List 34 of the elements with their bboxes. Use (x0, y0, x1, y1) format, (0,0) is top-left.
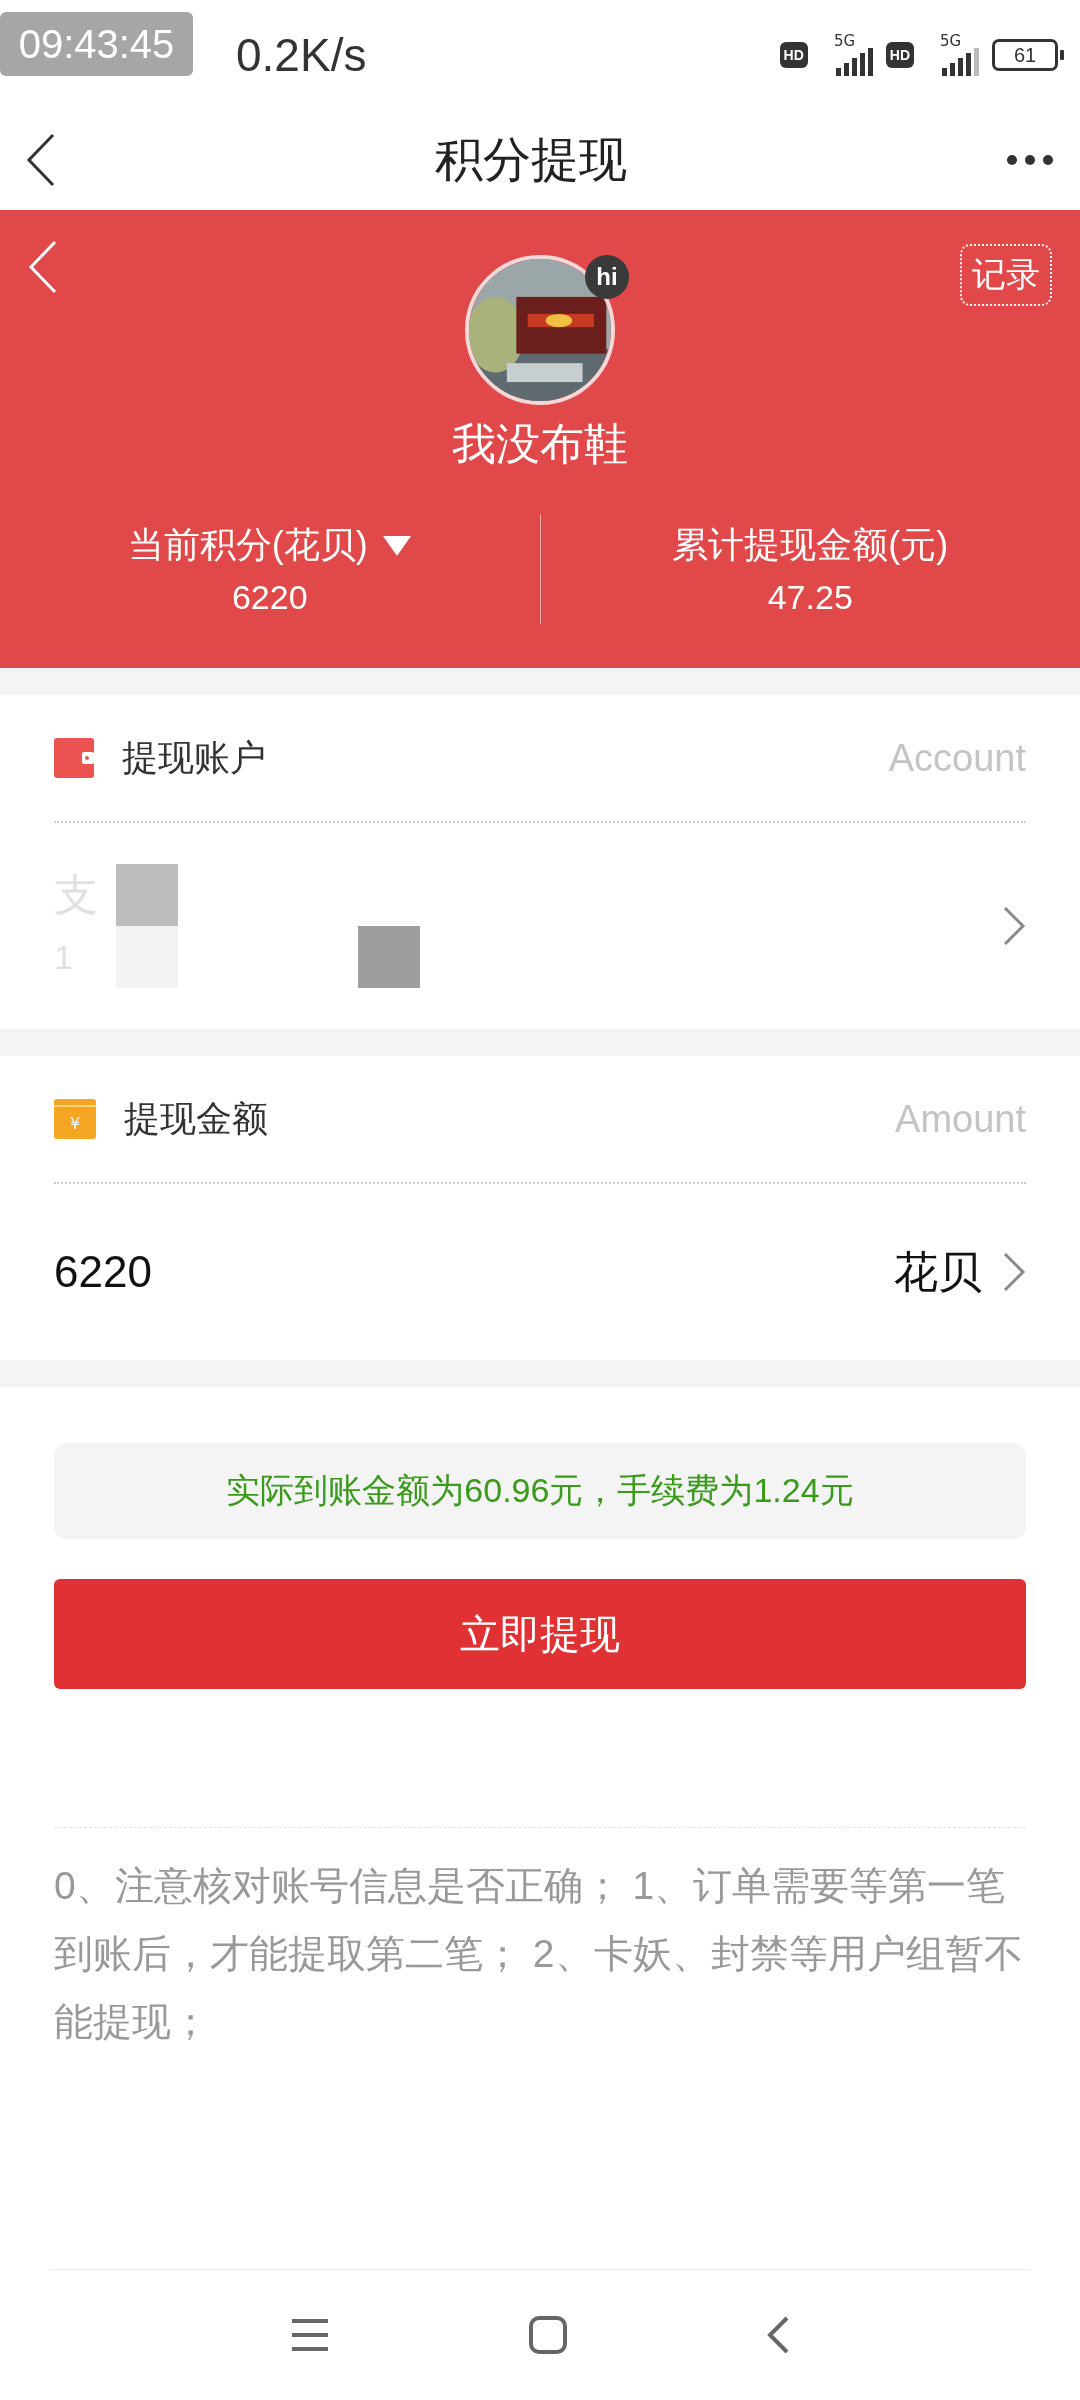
fee-summary: 实际到账金额为60.96元，手续费为1.24元 (54, 1443, 1026, 1539)
chevron-icon (1002, 905, 1026, 947)
stat-value: 6220 (231, 578, 308, 617)
stat-label: 累计提现金额(元) (672, 523, 949, 567)
network-speed: 0.2K/s (236, 28, 367, 82)
menu-icon[interactable] (289, 2318, 330, 2352)
redaction-block (116, 926, 178, 988)
unit-selector[interactable]: 花贝 (894, 1242, 1026, 1302)
stat-value: 47.25 (767, 578, 853, 617)
section-hint: Account (888, 736, 1026, 780)
wallet-icon (54, 738, 94, 778)
hi-badge: hi (585, 255, 629, 299)
redaction-block (116, 864, 178, 926)
notes-text: 0、注意核对账号信息是否正确； 1、订单需要等第一笔到账后，才能提取第二笔； 2、卡妖、封禁等用户组暂不能提现； (54, 1863, 1024, 2045)
triangle-down-icon (381, 534, 412, 557)
back-icon[interactable] (766, 2315, 791, 2355)
home-icon[interactable] (529, 2316, 567, 2354)
redaction-block (358, 926, 420, 988)
withdraw-button[interactable]: 立即提现 (54, 1579, 1026, 1689)
records-button[interactable]: 记录 (960, 244, 1052, 306)
user-name: 我没布鞋 (452, 418, 628, 470)
page-title: 积分提现 (434, 132, 628, 188)
more-icon[interactable] (1006, 154, 1054, 166)
back-icon[interactable] (26, 133, 56, 187)
stat-dropdown[interactable]: 当前积分(花贝) (127, 521, 412, 570)
clock-overlay: 09:43:45 (0, 12, 193, 76)
hd-icon: HD (885, 42, 914, 68)
section-title: 提现金额 (124, 1096, 268, 1141)
yuan-box-icon: ¥ (54, 1099, 96, 1139)
hd-icon: HD (779, 42, 808, 68)
amount-value[interactable]: 6220 (54, 1247, 894, 1297)
chevron-icon (1002, 1251, 1026, 1293)
section-hint: Amount (895, 1097, 1026, 1141)
section-title: 提现账户 (122, 735, 266, 780)
